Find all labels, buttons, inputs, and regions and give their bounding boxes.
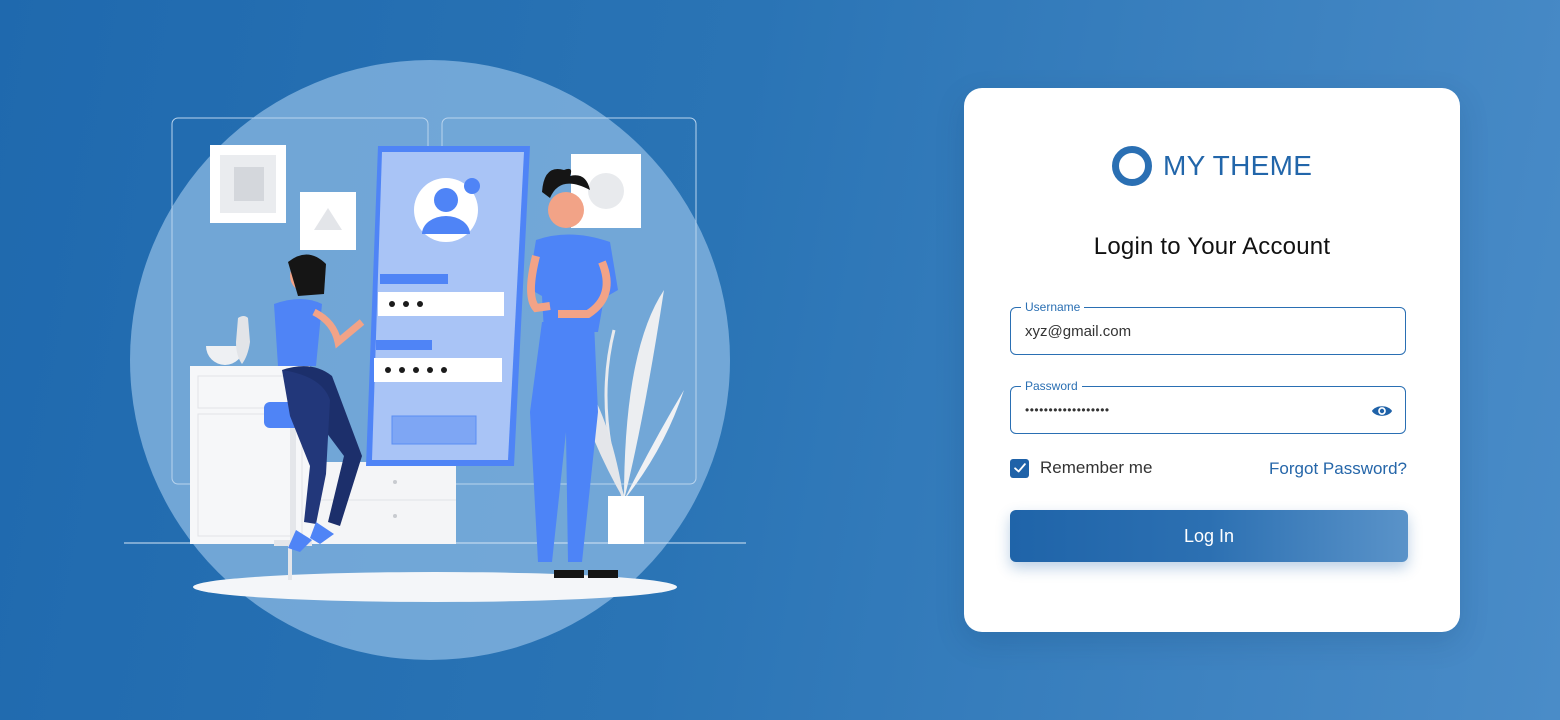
brand-logo: MY THEME [1112,146,1312,186]
username-input[interactable] [1025,320,1359,342]
remember-me[interactable]: Remember me [1010,458,1152,478]
phone-screen [366,146,530,466]
login-illustration [110,50,770,680]
login-button[interactable]: Log In [1010,510,1408,562]
brand-name: MY THEME [1163,150,1313,181]
page-title: Login to Your Account [1093,233,1331,260]
eye-icon[interactable] [1371,400,1393,422]
password-label: Password [1021,379,1082,393]
username-field[interactable]: Username [1010,300,1406,355]
forgot-password-link[interactable]: Forgot Password? [1269,459,1407,479]
username-label: Username [1021,300,1085,314]
password-field[interactable]: Password [1010,379,1406,434]
login-card: MY THEME Login to Your Account Username … [964,88,1460,632]
picture-frame-square [210,145,286,223]
check-icon [1013,463,1026,473]
remember-me-label: Remember me [1040,458,1153,477]
remember-me-checkbox[interactable] [1010,458,1029,478]
password-input[interactable] [1025,399,1359,421]
picture-frame-triangle [300,192,356,250]
logo-ring-icon [1112,146,1152,186]
